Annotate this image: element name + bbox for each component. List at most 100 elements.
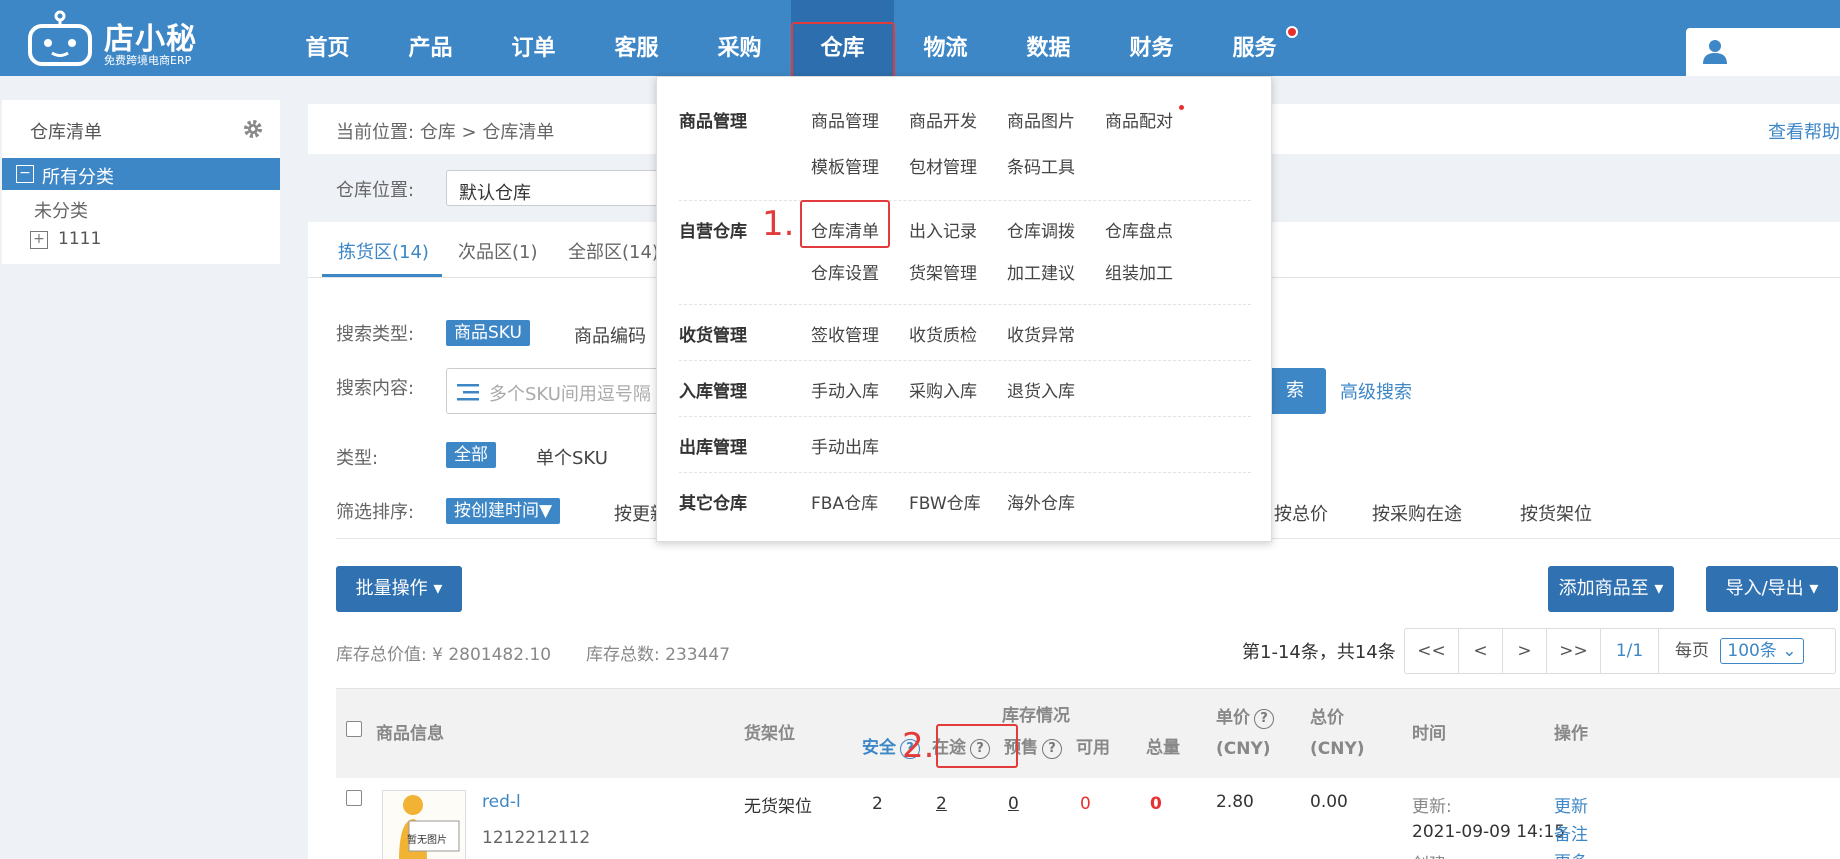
logo[interactable]: 店小秘 免费跨境电商ERP [26,6,216,68]
nav-purchase[interactable]: 采购 [688,0,791,76]
menu-item-receiving-exception[interactable]: 收货异常 [1007,321,1075,346]
pagination-summary: 第1-14条，共14条 [1242,642,1396,663]
add-product-to-button[interactable]: 添加商品至 ▾ [1548,566,1674,612]
breadcrumb-prefix: 当前位置: [336,122,415,143]
col-total: 总量 [1146,738,1180,758]
menu-item-product-pairing[interactable]: 商品配对 [1105,107,1173,132]
menu-item-overseas-warehouse[interactable]: 海外仓库 [1007,489,1075,514]
menu-item-template-mgmt[interactable]: 模板管理 [811,153,879,178]
sidebar-item-uncategorized[interactable]: 未分类 [2,192,280,224]
nav-data[interactable]: 数据 [997,0,1100,76]
nav-logistics[interactable]: 物流 [894,0,997,76]
menu-item-assembly[interactable]: 组装加工 [1105,259,1173,284]
gear-icon[interactable] [242,118,264,140]
sort-shelf[interactable]: 按货架位 [1520,500,1592,526]
menu-item-transfer[interactable]: 仓库调拨 [1007,217,1075,242]
sort-purchase-transit[interactable]: 按采购在途 [1372,500,1462,526]
menu-item-warehouse-settings[interactable]: 仓库设置 [811,259,879,284]
menu-item-purchase-inbound[interactable]: 采购入库 [909,377,977,402]
batch-operation-button[interactable]: 批量操作 ▾ [336,566,462,612]
menu-item-sign-mgmt[interactable]: 签收管理 [811,321,879,346]
menu-group-title: 其它仓库 [679,494,747,514]
notification-dot [1286,26,1298,38]
menu-group-title: 出库管理 [679,438,747,458]
tab-all-zones[interactable]: 全部区(14) [568,238,659,264]
nav-products[interactable]: 产品 [379,0,482,76]
menu-item-product-images[interactable]: 商品图片 [1007,107,1075,132]
menu-item-product-dev[interactable]: 商品开发 [909,107,977,132]
remark-link[interactable]: 备注 [1554,820,1588,845]
type-single-sku[interactable]: 单个SKU [536,444,608,470]
search-input[interactable]: 多个SKU间用逗号隔 [446,368,666,414]
nav-orders[interactable]: 订单 [482,0,585,76]
sidebar-item-label: 所有分类 [42,167,114,188]
last-page-button[interactable]: >> [1547,629,1601,673]
category-sidebar: 仓库清单 − 所有分类 未分类 + 1111 [2,100,280,264]
col-total-price-currency: (CNY) [1310,739,1365,759]
import-export-button[interactable]: 导入/导出 ▾ [1706,566,1838,612]
user-menu[interactable] [1686,28,1840,76]
prev-page-button[interactable]: < [1459,629,1503,673]
updated-label: 更新: [1412,797,1452,817]
menu-item-manual-outbound[interactable]: 手动出库 [811,433,879,458]
per-page-select[interactable]: 100条 ⌄ [1720,638,1804,664]
help-icon[interactable]: ? [1042,739,1062,759]
highlight-warehouse-list [800,200,890,248]
type-all[interactable]: 全部 [446,442,496,468]
updated-time: 2021-09-09 14:15 [1412,822,1566,842]
sidebar-item-label: 1111 [58,229,102,249]
menu-item-manual-inbound[interactable]: 手动入库 [811,377,879,402]
select-all-checkbox[interactable] [346,721,362,737]
tab-defective-zone[interactable]: 次品区(1) [458,238,538,264]
breadcrumb-path[interactable]: 仓库 > 仓库清单 [420,122,555,143]
more-link[interactable]: 更多 ⌄ [1554,848,1608,859]
nav-finance[interactable]: 财务 [1100,0,1203,76]
help-icon[interactable]: ? [1254,709,1274,729]
collapse-icon[interactable]: − [16,165,34,183]
menu-group-title: 自营仓库 [679,222,747,242]
menu-item-receiving-qc[interactable]: 收货质检 [909,321,977,346]
menu-item-io-records[interactable]: 出入记录 [909,217,977,242]
help-link[interactable]: 查看帮助 [1768,118,1840,144]
menu-item-processing-advice[interactable]: 加工建议 [1007,259,1075,284]
menu-item-return-inbound[interactable]: 退货入库 [1007,377,1075,402]
first-page-button[interactable]: << [1405,629,1459,673]
sidebar-item-label: 未分类 [34,201,88,222]
next-page-button[interactable]: > [1503,629,1547,673]
tab-picking-zone[interactable]: 拣货区(14) [338,238,429,264]
pagination: << < > >> 1/1 每页 100条 ⌄ [1404,628,1836,674]
search-type-code[interactable]: 商品编码 [574,322,646,348]
search-type-sku[interactable]: 商品SKU [446,320,530,346]
menu-item-product-mgmt[interactable]: 商品管理 [811,107,879,132]
created-label: 创建: [1412,850,1452,859]
col-operations: 操作 [1554,724,1588,744]
presale-link[interactable]: 0 [1008,794,1019,814]
nav-services[interactable]: 服务 [1203,0,1306,76]
menu-item-packaging-mgmt[interactable]: 包材管理 [909,153,977,178]
nav-customer-service[interactable]: 客服 [585,0,688,76]
menu-item-fba-warehouse[interactable]: FBA仓库 [811,489,878,514]
sidebar-item-all[interactable]: − 所有分类 [2,158,280,190]
list-icon [457,384,479,401]
col-product-info: 商品信息 [376,724,444,744]
update-link[interactable]: 更新 [1554,792,1588,817]
product-name-link[interactable]: red-l [482,792,521,812]
menu-item-shelf-mgmt[interactable]: 货架管理 [909,259,977,284]
sort-created-time[interactable]: 按创建时间▼ [446,498,561,524]
in-transit-link[interactable]: 2 [936,794,947,814]
row-checkbox[interactable] [346,790,362,806]
warehouse-dropdown-menu: 商品管理 商品管理 商品开发 商品图片 商品配对 模板管理 包材管理 条码工具 … [656,76,1272,542]
nav-home[interactable]: 首页 [276,0,379,76]
sidebar-item-1111[interactable]: + 1111 [2,224,280,256]
col-total-price: 总价 [1310,708,1344,728]
expand-icon[interactable]: + [30,231,48,249]
search-content-label: 搜索内容: [336,378,415,399]
main-nav: 首页 产品 订单 客服 采购 仓库 物流 数据 财务 服务 [276,0,1306,78]
menu-item-stocktake[interactable]: 仓库盘点 [1105,217,1173,242]
sort-label: 筛选排序: [336,502,415,523]
nav-warehouse[interactable]: 仓库 [791,0,895,78]
menu-item-fbw-warehouse[interactable]: FBW仓库 [909,489,981,514]
product-thumbnail[interactable]: 暂无图片 [382,790,466,859]
advanced-search-link[interactable]: 高级搜索 [1340,378,1412,404]
menu-item-barcode-tool[interactable]: 条码工具 [1007,153,1075,178]
